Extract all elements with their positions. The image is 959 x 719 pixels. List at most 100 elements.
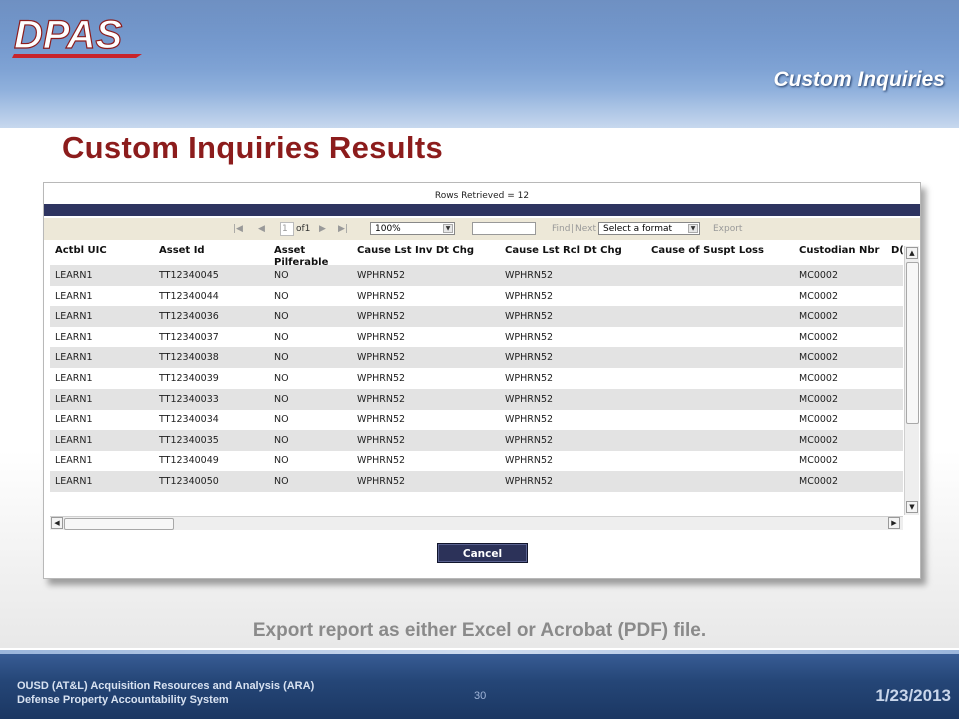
- table-cell: NO: [274, 311, 289, 323]
- footer-date: 1/23/2013: [875, 686, 951, 705]
- table-cell: MC0002: [799, 455, 839, 467]
- table-row[interactable]: LEARN1 TT12340044 NO WPHRN52 WPHRN52 MC0002: [50, 286, 903, 307]
- table-row[interactable]: LEARN1 TT12340045 NO WPHRN52 WPHRN52 MC0002: [50, 265, 903, 286]
- table-cell: LEARN1: [55, 393, 93, 405]
- first-page-icon[interactable]: |◀: [233, 224, 243, 234]
- page-number: 30: [474, 690, 487, 702]
- table-cell: WPHRN52: [357, 352, 406, 364]
- table-cell: NO: [274, 331, 289, 343]
- scroll-thumb[interactable]: [64, 518, 174, 530]
- table-cell: TT12340033: [159, 393, 219, 405]
- find-link[interactable]: Find: [552, 224, 570, 234]
- scroll-down-icon[interactable]: ▼: [906, 501, 918, 513]
- table-cell: NO: [274, 373, 289, 384]
- table-cell: MC0002: [799, 311, 839, 323]
- scroll-left-icon[interactable]: ◀: [51, 517, 63, 529]
- table-cell: LEARN1: [55, 373, 93, 384]
- scroll-right-icon[interactable]: ▶: [888, 517, 900, 529]
- column-header[interactable]: Cause of Suspt Loss: [651, 245, 764, 257]
- table-cell: WPHRN52: [505, 352, 554, 364]
- prev-page-icon[interactable]: ◀: [258, 224, 265, 234]
- scroll-up-icon[interactable]: ▲: [906, 247, 918, 259]
- chevron-down-icon[interactable]: ▼: [443, 224, 453, 233]
- column-header[interactable]: D(: [891, 245, 903, 257]
- table-cell: TT12340034: [159, 414, 219, 426]
- table-cell: NO: [274, 270, 289, 281]
- table-cell: WPHRN52: [505, 270, 554, 281]
- table-cell: LEARN1: [55, 352, 93, 364]
- table-cell: NO: [274, 455, 289, 467]
- column-header[interactable]: Asset Id: [159, 245, 205, 257]
- table-row[interactable]: LEARN1 TT12340033 NO WPHRN52 WPHRN52 MC0002: [50, 388, 903, 410]
- table-cell: NO: [274, 476, 289, 487]
- table-cell: WPHRN52: [505, 455, 554, 467]
- report-window: Rows Retrieved = 12 |◀ ◀ 1 of1 ▶ ▶| 100%…: [43, 182, 921, 579]
- table-cell: MC0002: [799, 434, 839, 446]
- table-cell: NO: [274, 352, 289, 364]
- table-cell: TT12340049: [159, 455, 219, 467]
- slide-caption: Export report as either Excel or Acrobat…: [252, 620, 707, 641]
- table-cell: WPHRN52: [505, 311, 554, 323]
- table-row[interactable]: LEARN1 TT12340037 NO WPHRN52 WPHRN52 MC0002: [50, 327, 903, 348]
- table-cell: MC0002: [799, 352, 839, 364]
- table-cell: TT12340038: [159, 352, 219, 364]
- table-row[interactable]: LEARN1 TT12340034 NO WPHRN52 WPHRN52 MC0002: [50, 409, 903, 430]
- table-cell: WPHRN52: [505, 331, 554, 343]
- table-cell: NO: [274, 434, 289, 446]
- chevron-down-icon[interactable]: ▼: [688, 224, 698, 233]
- table-cell: NO: [274, 414, 289, 426]
- table-cell: MC0002: [799, 393, 839, 405]
- table-cell: TT12340045: [159, 270, 219, 281]
- column-header[interactable]: Cause Lst Rcl Dt Chg: [505, 245, 622, 257]
- column-header[interactable]: Custodian Nbr: [799, 245, 879, 257]
- table-cell: LEARN1: [55, 434, 93, 446]
- table-cell: TT12340050: [159, 476, 219, 487]
- table-row[interactable]: LEARN1 TT12340038 NO WPHRN52 WPHRN52 MC0002: [50, 347, 903, 369]
- table-cell: LEARN1: [55, 331, 93, 343]
- table-cell: MC0002: [799, 270, 839, 281]
- table-cell: WPHRN52: [505, 290, 554, 302]
- export-link[interactable]: Export: [713, 224, 742, 234]
- column-header[interactable]: Actbl UIC: [55, 245, 107, 257]
- table-cell: TT12340039: [159, 373, 219, 384]
- table-row[interactable]: LEARN1 TT12340039 NO WPHRN52 WPHRN52 MC0002: [50, 368, 903, 389]
- export-format-select[interactable]: Select a format ▼: [598, 222, 700, 235]
- table-cell: LEARN1: [55, 290, 93, 302]
- cancel-button[interactable]: Cancel: [437, 543, 528, 563]
- find-input[interactable]: [472, 222, 536, 235]
- next-page-icon[interactable]: ▶: [319, 224, 326, 234]
- table-cell: LEARN1: [55, 414, 93, 426]
- dpas-logo: DPAS: [12, 12, 142, 58]
- table-row[interactable]: LEARN1 TT12340036 NO WPHRN52 WPHRN52 MC0002: [50, 306, 903, 328]
- table-cell: TT12340035: [159, 434, 219, 446]
- table-cell: WPHRN52: [505, 476, 554, 487]
- table-row[interactable]: LEARN1 TT12340049 NO WPHRN52 WPHRN52 MC0002: [50, 450, 903, 471]
- last-page-icon[interactable]: ▶|: [338, 224, 348, 234]
- scroll-thumb[interactable]: [906, 262, 919, 424]
- title-bar: [44, 204, 920, 216]
- page-number-input[interactable]: 1: [280, 222, 294, 236]
- vertical-scrollbar[interactable]: ▲ ▼: [904, 246, 919, 515]
- logo-text: DPAS: [14, 13, 122, 57]
- zoom-select[interactable]: 100% ▼: [370, 222, 455, 235]
- page-count-label: of1: [296, 224, 311, 234]
- table-row[interactable]: LEARN1 TT12340035 NO WPHRN52 WPHRN52 MC0002: [50, 429, 903, 451]
- horizontal-scrollbar[interactable]: ◀ ▶: [50, 516, 903, 530]
- table-cell: WPHRN52: [357, 393, 406, 405]
- table-cell: WPHRN52: [357, 290, 406, 302]
- table-cell: MC0002: [799, 476, 839, 487]
- table-cell: LEARN1: [55, 270, 93, 281]
- table-cell: WPHRN52: [357, 373, 406, 384]
- column-header[interactable]: Cause Lst Inv Dt Chg: [357, 245, 474, 257]
- next-link[interactable]: Next: [575, 224, 596, 234]
- section-title: Custom Inquiries: [773, 68, 945, 91]
- table-row[interactable]: LEARN1 TT12340050 NO WPHRN52 WPHRN52 MC0002: [50, 471, 903, 492]
- table-cell: LEARN1: [55, 476, 93, 487]
- results-grid: Actbl UIC Asset Id Asset Pilferable Caus…: [50, 242, 903, 517]
- table-cell: WPHRN52: [357, 455, 406, 467]
- export-format-value: Select a format: [603, 224, 673, 234]
- table-cell: WPHRN52: [357, 331, 406, 343]
- footer-org-line1: OUSD (AT&L) Acquisition Resources and An…: [17, 680, 315, 692]
- table-cell: LEARN1: [55, 311, 93, 323]
- table-cell: WPHRN52: [505, 414, 554, 426]
